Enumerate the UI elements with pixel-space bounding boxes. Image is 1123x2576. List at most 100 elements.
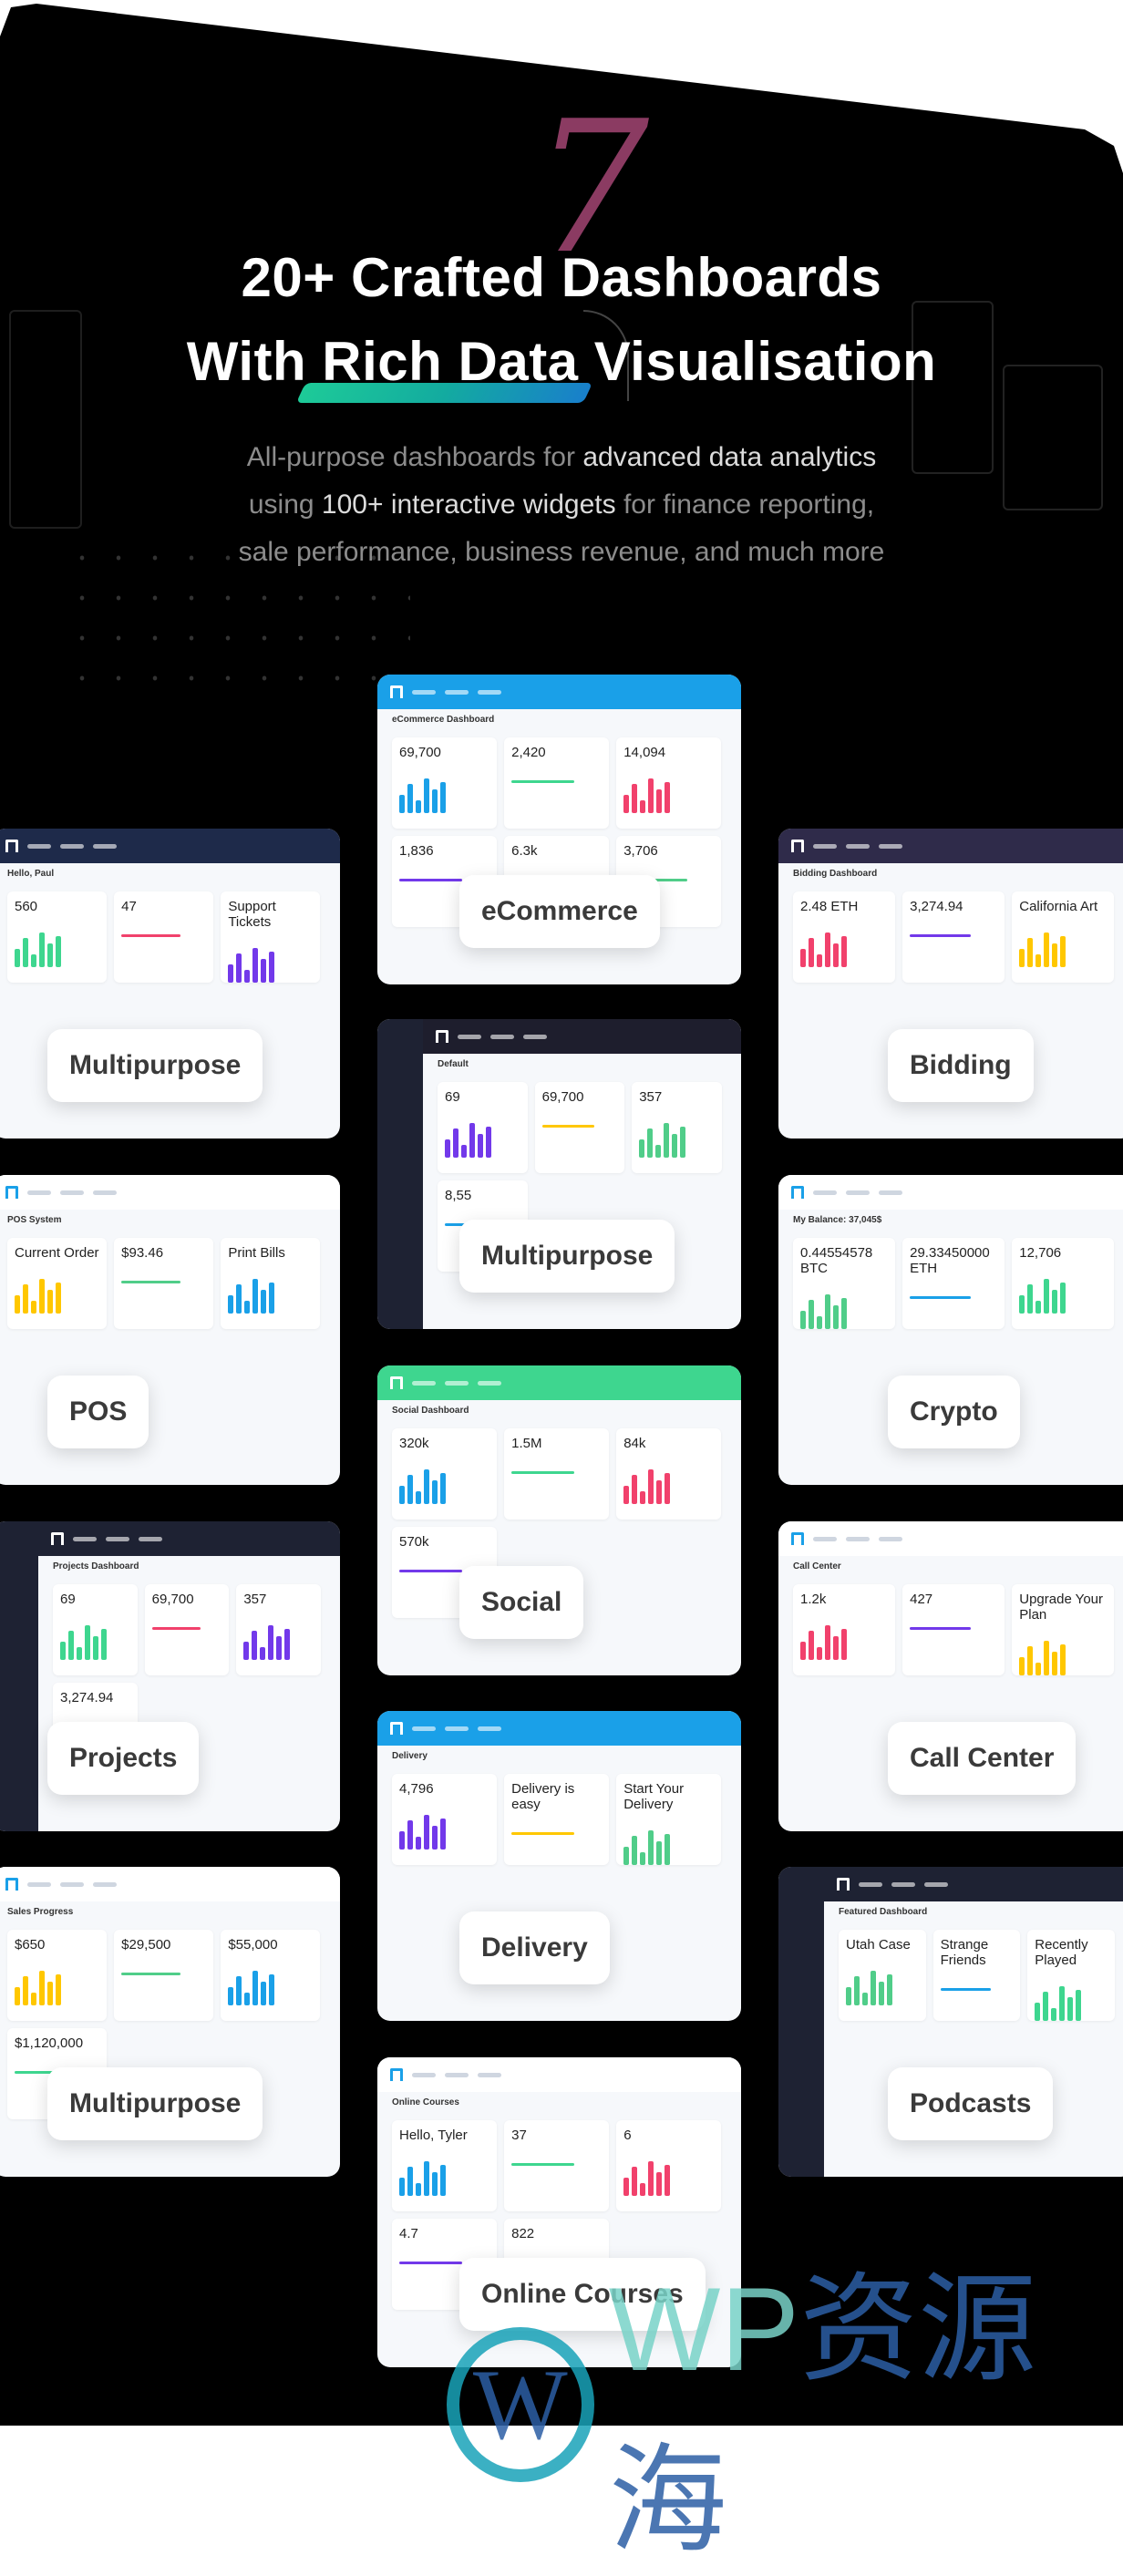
- dashboard-preview-card[interactable]: Social Dashboard 320k 1.5M 84k 570k Soci…: [377, 1365, 741, 1675]
- bar: [424, 1469, 429, 1504]
- nav-item[interactable]: [891, 1881, 915, 1887]
- nav-item[interactable]: [106, 1536, 129, 1541]
- dashboard-preview-card[interactable]: Featured Dashboard Utah Case Strange Fri…: [778, 1867, 1123, 2177]
- dashboard-preview-card[interactable]: Call Center 1.2k 427 Upgrade Your Plan C…: [778, 1521, 1123, 1831]
- nav-item[interactable]: [813, 1190, 837, 1195]
- bar: [77, 1647, 82, 1660]
- bar: [623, 1486, 630, 1504]
- nav-item[interactable]: [412, 1380, 436, 1386]
- bar: [440, 1473, 446, 1504]
- stat-value: Strange Friends: [940, 1937, 989, 1968]
- dashboard-preview-card[interactable]: Bidding Dashboard 2.48 ETH 3,274.94 Cali…: [778, 829, 1123, 1139]
- nav-item[interactable]: [93, 1881, 117, 1887]
- dashboard-preview-card[interactable]: Hello, Paul 560 47 Support Tickets Multi…: [0, 829, 340, 1139]
- nav-item[interactable]: [879, 1536, 902, 1541]
- bar: [833, 1636, 839, 1660]
- nav-item[interactable]: [846, 1536, 870, 1541]
- stat-widget: 2.48 ETH: [793, 891, 896, 983]
- nav-item[interactable]: [445, 689, 469, 695]
- nav-item[interactable]: [73, 1536, 97, 1541]
- bar: [640, 1852, 646, 1865]
- nav-item[interactable]: [93, 1190, 117, 1195]
- dashboard-label: Social: [459, 1566, 584, 1639]
- nav-item[interactable]: [490, 1034, 514, 1039]
- bar: [440, 782, 446, 813]
- dashboard-preview-card[interactable]: Delivery 4,796 Delivery is easy Start Yo…: [377, 1711, 741, 2021]
- nav-item[interactable]: [412, 689, 436, 695]
- mini-bar-chart: [1019, 931, 1107, 967]
- nav-item[interactable]: [412, 2072, 436, 2077]
- stat-widget: 69,700: [392, 737, 498, 829]
- nav-item[interactable]: [60, 1881, 84, 1887]
- nav-item[interactable]: [139, 1536, 162, 1541]
- nav-item[interactable]: [846, 1190, 870, 1195]
- dashboard-preview-card[interactable]: My Balance: 37,045$ 0.44554578 BTC 29.33…: [778, 1175, 1123, 1485]
- nav-item[interactable]: [27, 843, 51, 849]
- dashboard-preview-card[interactable]: eCommerce Dashboard 69,700 2,420 14,094 …: [377, 675, 741, 984]
- dashboard-preview-card[interactable]: Sales Progress $650 $29,500 $55,000 $1,1…: [0, 1867, 340, 2177]
- dashboard-preview-card[interactable]: Projects Dashboard 69 69,700 357 3,274.9…: [0, 1521, 340, 1831]
- bar: [665, 1473, 671, 1504]
- bar: [416, 800, 421, 813]
- dashboard-header: Projects Dashboard: [53, 1561, 139, 1571]
- nav-item[interactable]: [813, 843, 837, 849]
- nav-item[interactable]: [27, 1881, 51, 1887]
- stat-value: Start Your Delivery: [623, 1781, 685, 1812]
- nav-item[interactable]: [924, 1881, 948, 1887]
- nav-item[interactable]: [445, 1380, 469, 1386]
- nav-item[interactable]: [859, 1881, 882, 1887]
- bar: [432, 1480, 438, 1504]
- dashboard-preview-card[interactable]: POS System Current Order $93.46 Print Bi…: [0, 1175, 340, 1485]
- bar: [244, 970, 251, 983]
- bar: [809, 1300, 814, 1329]
- nav-item[interactable]: [27, 1190, 51, 1195]
- nav-item[interactable]: [523, 1034, 547, 1039]
- stat-widget: 69,700: [534, 1082, 625, 1173]
- bar: [648, 778, 654, 813]
- nav-item[interactable]: [458, 1034, 481, 1039]
- sidebar: [778, 1867, 824, 2177]
- progress-bar: [511, 780, 575, 783]
- dashboard-preview-card[interactable]: Default 69 69,700 357 8,55 Multipurpose: [377, 1019, 741, 1329]
- bar: [261, 1290, 267, 1314]
- bar: [672, 1134, 678, 1158]
- nav-item[interactable]: [445, 2072, 469, 2077]
- nav-item[interactable]: [846, 843, 870, 849]
- nav-item[interactable]: [478, 2072, 501, 2077]
- nav-item[interactable]: [478, 1726, 501, 1731]
- nav-item[interactable]: [813, 1536, 837, 1541]
- bar: [276, 1636, 283, 1660]
- dashboard-label: eCommerce: [459, 875, 660, 948]
- dashboard-header: Default: [438, 1059, 469, 1069]
- nav-item[interactable]: [60, 1190, 84, 1195]
- stat-value: 2,420: [511, 745, 546, 760]
- stat-value: 14,094: [623, 745, 666, 760]
- nav-item[interactable]: [478, 1380, 501, 1386]
- nav-item[interactable]: [879, 1190, 902, 1195]
- nav-item[interactable]: [879, 843, 902, 849]
- mini-bar-chart: [15, 931, 99, 967]
- bar: [1027, 1284, 1034, 1314]
- top-nav-bar: [778, 1521, 1123, 1556]
- stat-value: 4.7: [399, 2226, 418, 2241]
- bar: [416, 1837, 421, 1850]
- nav-item[interactable]: [478, 689, 501, 695]
- nav-item[interactable]: [445, 1726, 469, 1731]
- nav-item[interactable]: [412, 1726, 436, 1731]
- bar: [1076, 1990, 1082, 2021]
- progress-bar: [910, 934, 972, 937]
- dashboard-label: POS: [47, 1376, 149, 1448]
- subtitle-line: All-purpose dashboards for advanced data…: [0, 442, 1123, 473]
- dashboard-header: Delivery: [392, 1751, 428, 1761]
- bar: [23, 1284, 28, 1314]
- mini-bar-chart: [399, 2159, 489, 2196]
- bar: [478, 1134, 483, 1158]
- dashboard-preview-card[interactable]: Online Courses Hello, Tyler 37 6 4.7 822…: [377, 2057, 741, 2367]
- nav-item[interactable]: [60, 843, 84, 849]
- bar: [639, 1139, 645, 1158]
- nav-item[interactable]: [93, 843, 117, 849]
- stat-widget: $55,000: [221, 1930, 321, 2021]
- bar: [244, 1301, 251, 1314]
- mini-bar-chart: [800, 931, 888, 967]
- stat-value: 84k: [623, 1436, 646, 1451]
